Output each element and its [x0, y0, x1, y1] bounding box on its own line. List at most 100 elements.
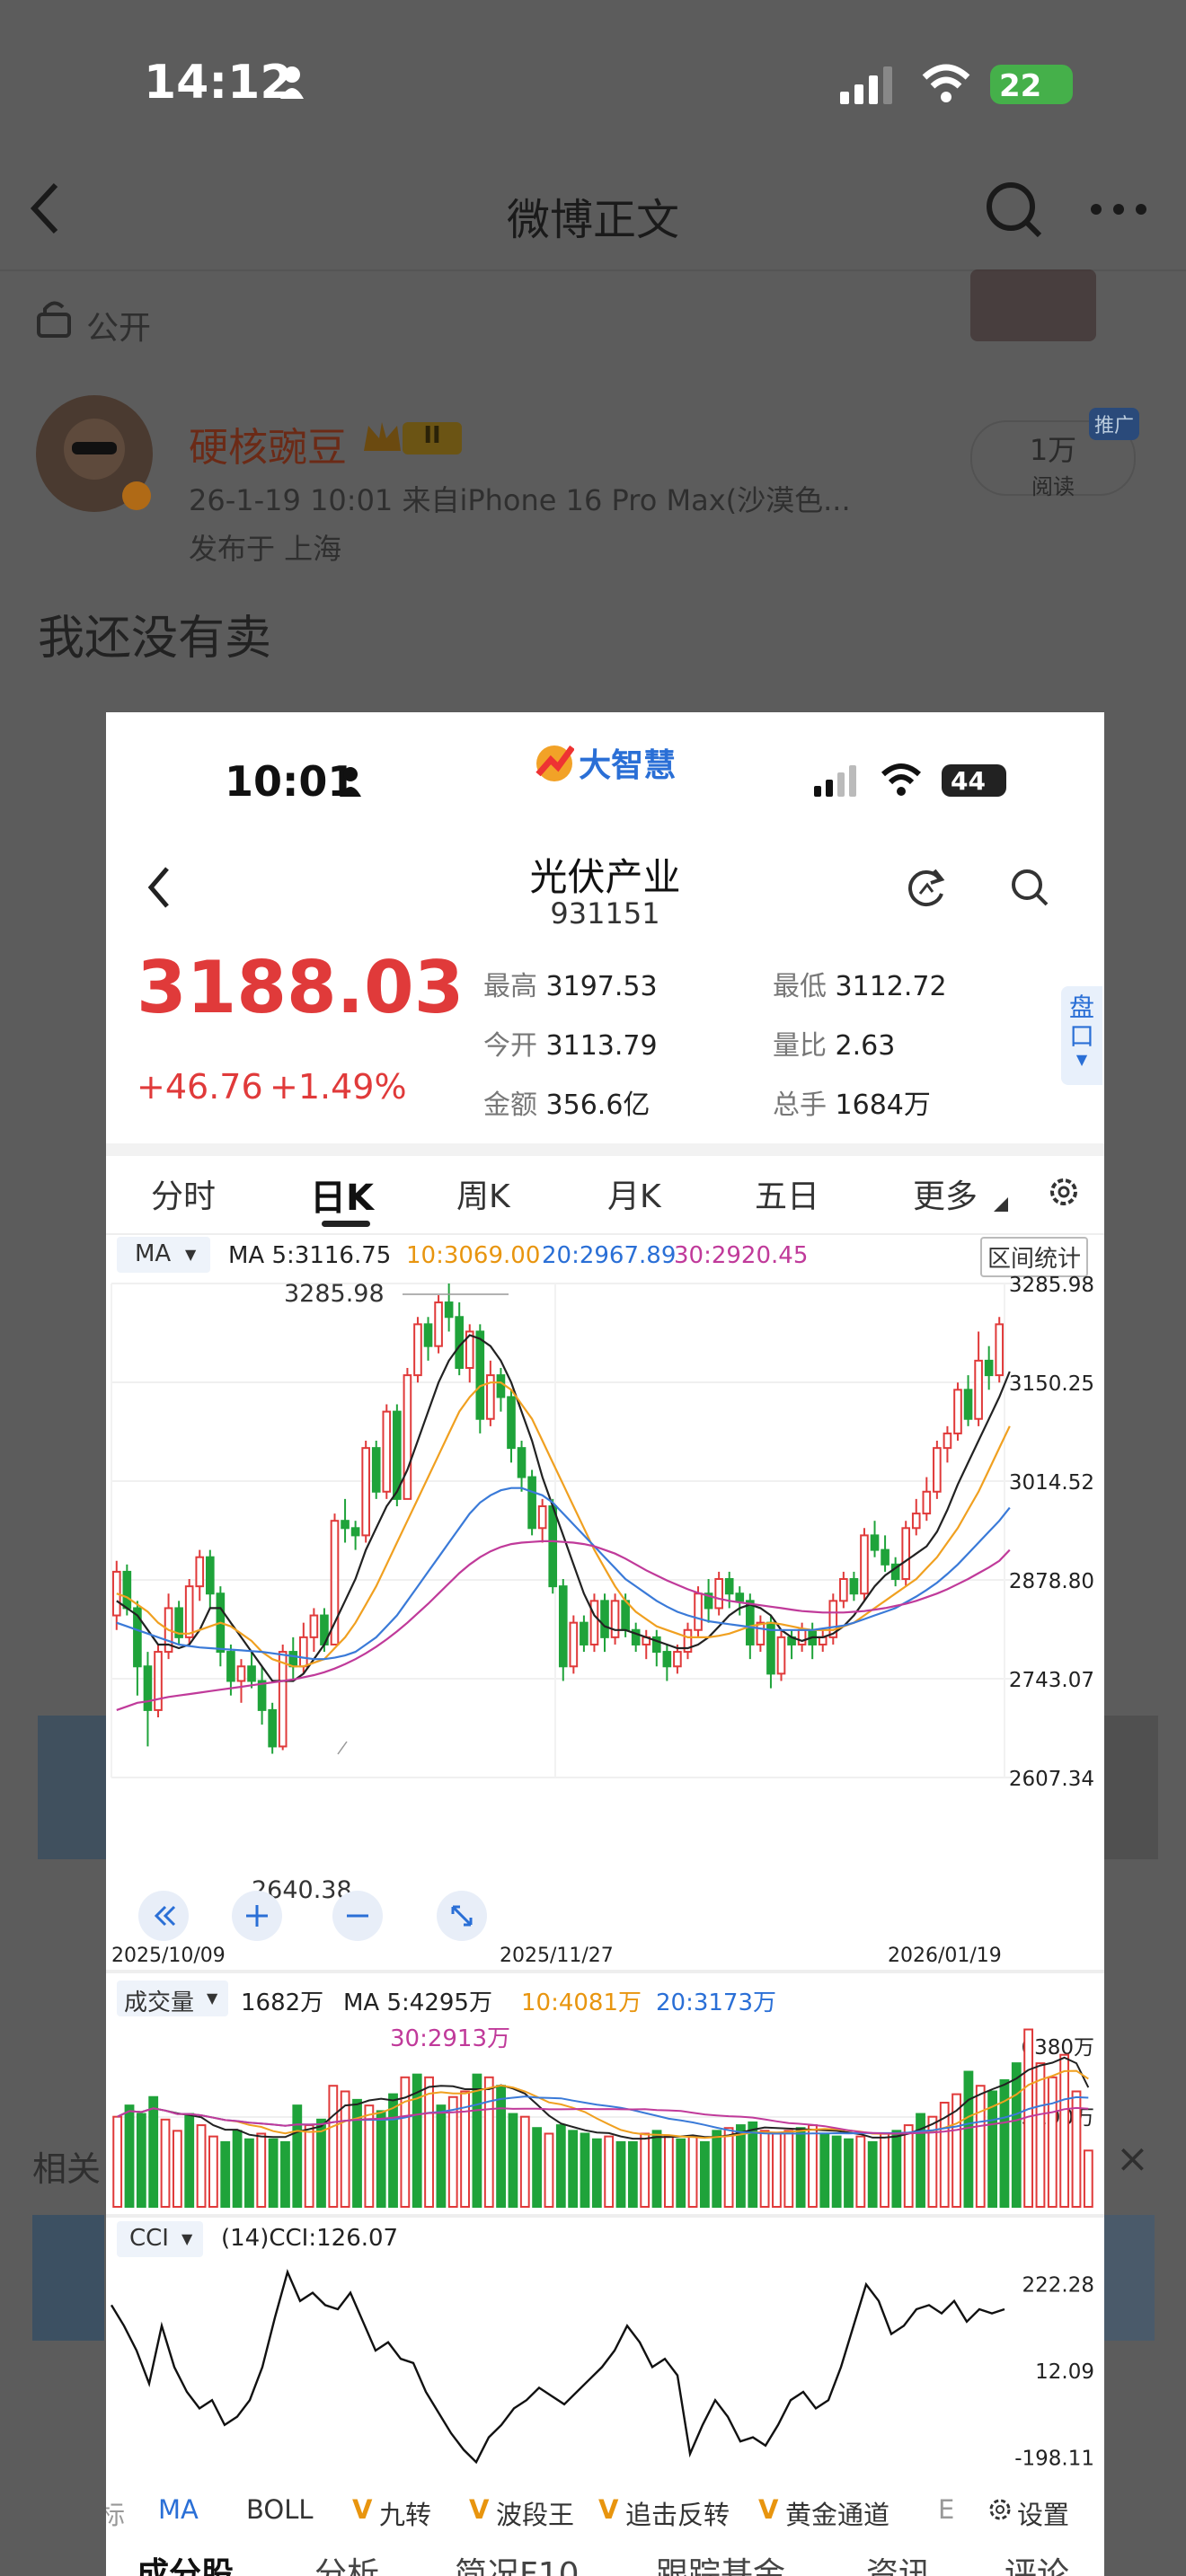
candle [434, 1301, 443, 1347]
caret-down-icon [994, 1197, 1008, 1215]
tab-five-day[interactable]: 五日 [755, 1170, 819, 1217]
candle [818, 1636, 828, 1645]
volume-bar [712, 2130, 722, 2208]
candle [621, 1600, 630, 1631]
date-mid: 2025/11/27 [500, 1945, 614, 1967]
battery-icon: 22 [990, 65, 1073, 104]
bottom-tab-comments[interactable]: 评论 [1005, 2548, 1069, 2576]
candle [870, 1534, 880, 1551]
stat-label: 总手 [773, 1090, 827, 1121]
volume-selector[interactable]: 成交量 ▼ [117, 1981, 228, 2016]
zoom-out-button[interactable] [332, 1891, 383, 1941]
stat-value: 356.6亿 [545, 1090, 651, 1121]
bottom-tab-constituents[interactable]: 成分股 [137, 2548, 234, 2576]
volume-bar [388, 2093, 398, 2208]
refresh-icon[interactable] [904, 865, 949, 913]
fullscreen-button[interactable] [437, 1891, 487, 1941]
zoom-in-button[interactable] [232, 1891, 282, 1941]
volume-chart[interactable]: 6380万3190万 [106, 2016, 1104, 2214]
indicator-item[interactable]: 波段王 [496, 2494, 574, 2532]
cci-selector[interactable]: CCI ▼ [117, 2221, 203, 2257]
close-icon[interactable]: × [1116, 2136, 1149, 2182]
volume-bar [148, 2095, 159, 2208]
tab-intraday[interactable]: 分时 [151, 1170, 216, 1217]
gear-icon[interactable] [1046, 1174, 1082, 1213]
indicator-item[interactable]: 标 [106, 2494, 125, 2532]
volume-bar [256, 2132, 267, 2208]
bottom-tab-analysis[interactable]: 分析 [314, 2548, 379, 2576]
indicator-item[interactable]: 追击反转 [625, 2494, 730, 2532]
settings-button[interactable]: 设置 [1017, 2494, 1069, 2532]
background-thumbnail [1104, 1716, 1158, 1859]
tab-daily-k[interactable]: 日K [310, 1169, 374, 1221]
indicator-item[interactable]: 黄金通道 [785, 2494, 890, 2532]
candle [309, 1614, 319, 1638]
volume-bar [855, 2135, 866, 2208]
stock-code: 931151 [550, 896, 660, 931]
indicator-item[interactable]: E [938, 2494, 954, 2525]
bottom-tab-profile[interactable]: 简况F10 [455, 2548, 580, 2576]
stat-label: 最低 [773, 971, 827, 1002]
stock-screenshot: 10:01 大智慧 44 光伏产业 931151 3188.03 +46.76 … [106, 712, 1104, 2576]
more-icon[interactable] [1089, 202, 1148, 220]
volume-bar [844, 2138, 854, 2208]
author-name[interactable]: 硬核豌豆 [189, 415, 347, 472]
stock-change: +46.76 [137, 1067, 263, 1107]
indicator-item-ma[interactable]: MA [158, 2494, 199, 2525]
volume-bar [663, 2135, 674, 2208]
battery-icon: 44 [942, 764, 1006, 797]
caret-down-icon: ▼ [185, 1246, 197, 1263]
search-icon[interactable] [984, 180, 1047, 246]
cci-chart[interactable]: 222.28 12.09 -198.11 [106, 2259, 1104, 2483]
candle [527, 1476, 536, 1530]
candle [361, 1447, 370, 1537]
volume-bar [316, 2118, 326, 2208]
avatar[interactable] [36, 395, 153, 512]
volume-bar [436, 2104, 447, 2208]
volume-bar [604, 2135, 615, 2208]
tab-weekly-k[interactable]: 周K [456, 1170, 510, 1217]
volume-bar [736, 2124, 746, 2208]
chart-scroll-left-button[interactable] [138, 1891, 189, 1941]
caret-down-icon: ▼ [181, 2230, 193, 2247]
candlestick-chart[interactable]: 3285.98 3150.25 3014.52 2878.80 2743.07 2607.… [106, 1275, 1104, 1813]
bottom-tab-tracking-fund[interactable]: 跟踪基金 [656, 2548, 785, 2576]
panel-toggle[interactable]: 盘口 ▼ [1061, 986, 1102, 1085]
lock-icon [36, 298, 72, 341]
bottom-tab-news[interactable]: 资讯 [866, 2548, 931, 2576]
promo-tag: 推广 [1089, 408, 1140, 440]
volume-bar [795, 2127, 806, 2208]
candle [122, 1570, 132, 1610]
candle [247, 1665, 256, 1682]
candle [569, 1621, 579, 1668]
ma-selector[interactable]: MA ▼ [117, 1237, 210, 1273]
tab-more[interactable]: 更多 [913, 1170, 978, 1217]
stock-change-pct: +1.49% [270, 1067, 407, 1107]
y-tick-label: 3150.25 [1009, 1372, 1094, 1396]
candle [195, 1556, 205, 1588]
volume-bar [651, 2130, 662, 2208]
tab-monthly-k[interactable]: 月K [607, 1170, 661, 1217]
volume-bar [903, 2124, 914, 2208]
candle [839, 1578, 848, 1602]
candle [881, 1548, 890, 1566]
volume-bar [615, 2140, 626, 2208]
divider [106, 1970, 1104, 1973]
search-icon[interactable] [1009, 867, 1050, 912]
wifi-icon [921, 63, 971, 108]
stat-total-lots: 总手 1684万 [773, 1082, 931, 1122]
indicator-item[interactable]: BOLL [246, 2494, 314, 2525]
candle [205, 1556, 215, 1595]
volume-bar [1059, 2053, 1070, 2208]
candle [714, 1578, 723, 1610]
volume-bar [124, 2104, 135, 2208]
volume-bar [352, 2098, 362, 2208]
tab-active-indicator [322, 1221, 370, 1227]
indicator-item[interactable]: 九转 [379, 2494, 431, 2532]
volume-bar [891, 2130, 902, 2208]
candle [517, 1447, 527, 1478]
y-tick-label: 2878.80 [1009, 1570, 1094, 1593]
range-stats-button[interactable]: 区间统计 [980, 1237, 1089, 1277]
date-start: 2025/10/09 [111, 1945, 226, 1967]
volume-bar [783, 2130, 794, 2208]
